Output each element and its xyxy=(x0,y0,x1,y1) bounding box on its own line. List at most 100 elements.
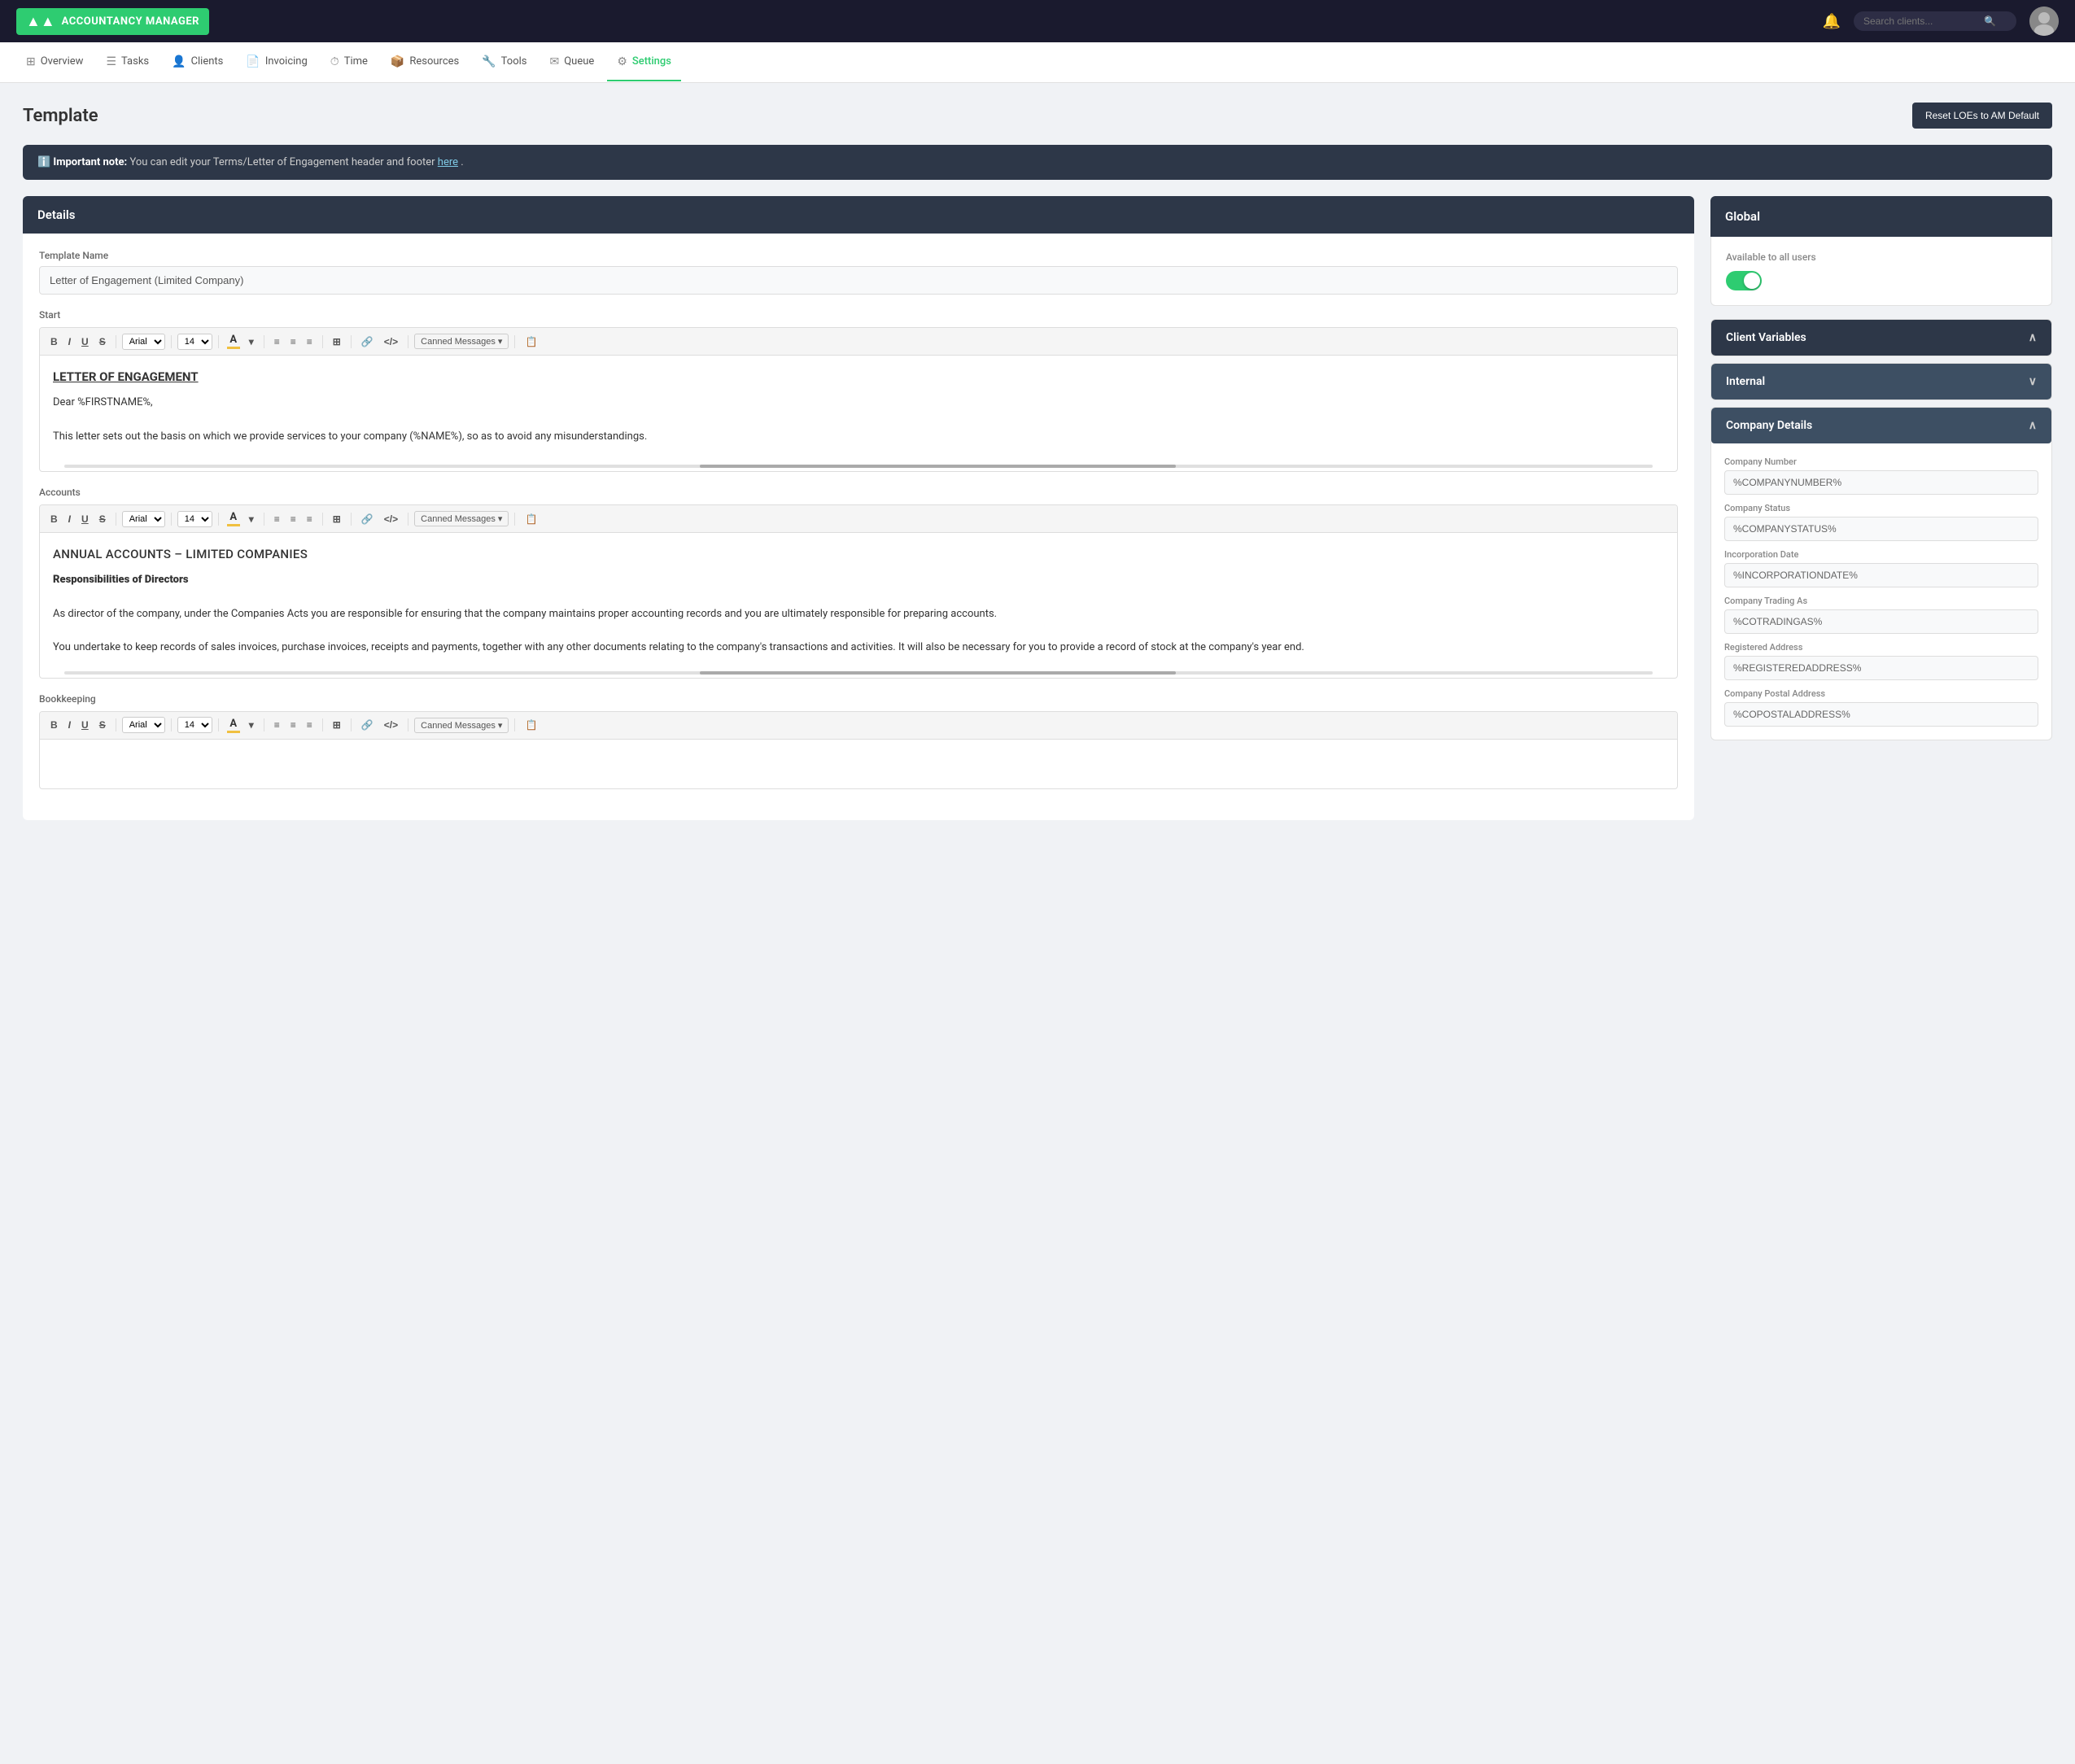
notifications-bell[interactable]: 🔔 xyxy=(1823,13,1841,30)
client-variables-header[interactable]: Client Variables ∧ xyxy=(1711,320,2051,356)
bookkeeping-code-button[interactable]: </> xyxy=(380,717,402,733)
start-align-button[interactable]: ≡ xyxy=(303,334,317,350)
notice-link[interactable]: here xyxy=(438,156,458,168)
accounts-italic-button[interactable]: I xyxy=(64,511,75,527)
nav-tools-label: Tools xyxy=(501,55,527,68)
accounts-canned-button[interactable]: Canned Messages ▾ xyxy=(414,511,509,526)
accounts-bullet-button[interactable]: ≡ xyxy=(270,511,284,527)
accounts-code-button[interactable]: </> xyxy=(380,511,402,527)
bookkeeping-ordered-button[interactable]: ≡ xyxy=(286,717,300,733)
company-details-header[interactable]: Company Details ∧ xyxy=(1711,408,2051,443)
start-ordered-button[interactable]: ≡ xyxy=(286,334,300,350)
bookkeeping-strike-button[interactable]: S xyxy=(95,717,110,733)
bookkeeping-font-select[interactable]: Arial xyxy=(122,717,165,733)
sep6 xyxy=(351,335,352,348)
bookkeeping-bullet-button[interactable]: ≡ xyxy=(270,717,284,733)
bookkeeping-underline-button[interactable]: U xyxy=(77,717,93,733)
company-postal-address-input[interactable] xyxy=(1724,702,2038,727)
main-nav: ⊞ Overview ☰ Tasks 👤 Clients 📄 Invoicing… xyxy=(0,42,2075,83)
company-status-input[interactable] xyxy=(1724,517,2038,541)
accounts-color-button[interactable]: A xyxy=(225,509,242,528)
accounts-underline-button[interactable]: U xyxy=(77,511,93,527)
bookkeeping-link-button[interactable]: 🔗 xyxy=(357,717,378,733)
accounts-file-button[interactable]: 📋 xyxy=(521,511,541,527)
search-bar: 🔍 xyxy=(1854,11,2016,31)
accounts-editor-content[interactable]: ANNUAL ACCOUNTS – LIMITED COMPANIES Resp… xyxy=(40,533,1677,668)
accounts-color-dropdown[interactable]: ▾ xyxy=(245,511,258,527)
available-toggle[interactable] xyxy=(1726,271,1762,290)
company-number-input[interactable] xyxy=(1724,470,2038,495)
start-underline-button[interactable]: U xyxy=(77,334,93,350)
incorporation-date-input[interactable] xyxy=(1724,563,2038,587)
start-bold-button[interactable]: B xyxy=(46,334,62,350)
accounts-editor-toolbar: B I U S Arial 14 xyxy=(40,505,1677,533)
settings-icon: ⚙ xyxy=(617,55,627,68)
accounts-size-select[interactable]: 14 xyxy=(177,511,212,527)
start-strike-button[interactable]: S xyxy=(95,334,110,350)
bookkeeping-table-button[interactable]: ⊞ xyxy=(329,717,345,733)
bookkeeping-italic-button[interactable]: I xyxy=(64,717,75,733)
bookkeeping-align-button[interactable]: ≡ xyxy=(303,717,317,733)
global-panel-body: Available to all users xyxy=(1710,237,2052,306)
nav-settings[interactable]: ⚙ Settings xyxy=(607,44,681,81)
bookkeeping-canned-button[interactable]: Canned Messages ▾ xyxy=(414,718,509,733)
accounts-para1: As director of the company, under the Co… xyxy=(53,606,1664,623)
accounts-bold-button[interactable]: B xyxy=(46,511,62,527)
bookkeeping-bold-button[interactable]: B xyxy=(46,717,62,733)
start-bullet-button[interactable]: ≡ xyxy=(270,334,284,350)
bookkeeping-size-select[interactable]: 14 xyxy=(177,717,212,733)
sep3 xyxy=(218,335,219,348)
bookkeeping-color-button[interactable]: A xyxy=(225,716,242,735)
nav-resources[interactable]: 📦 Resources xyxy=(381,44,469,81)
reset-button[interactable]: Reset LOEs to AM Default xyxy=(1912,103,2052,129)
bookkeeping-editor-content[interactable] xyxy=(40,740,1677,788)
start-file-button[interactable]: 📋 xyxy=(521,334,541,350)
accounts-link-button[interactable]: 🔗 xyxy=(357,511,378,527)
right-panel: Global Available to all users Client Var… xyxy=(1710,196,2052,747)
accounts-editor-section: Accounts B I U S Arial xyxy=(39,487,1678,679)
start-color-dropdown[interactable]: ▾ xyxy=(245,334,258,350)
search-input[interactable] xyxy=(1863,15,1977,27)
nav-clients[interactable]: 👤 Clients xyxy=(162,44,233,81)
bookkeeping-file-button[interactable]: 📋 xyxy=(521,717,541,733)
bookkeeping-editor-box: B I U S Arial 14 xyxy=(39,711,1678,789)
template-name-input[interactable] xyxy=(39,266,1678,295)
logo[interactable]: ▲▲ ACCOUNTANCY MANAGER xyxy=(16,8,209,35)
company-number-label: Company Number xyxy=(1724,456,2038,467)
internal-header[interactable]: Internal ∨ xyxy=(1711,364,2051,400)
nav-invoicing[interactable]: 📄 Invoicing xyxy=(236,44,317,81)
accounts-align-button[interactable]: ≡ xyxy=(303,511,317,527)
company-details-title: Company Details xyxy=(1726,419,1812,432)
start-editor-box: B I U S Arial 14 xyxy=(39,327,1678,472)
accounts-font-select[interactable]: Arial xyxy=(122,511,165,527)
client-variables-panel: Client Variables ∧ xyxy=(1710,319,2052,356)
details-panel-body: Template Name Start B I U S xyxy=(23,234,1694,820)
start-color-button[interactable]: A xyxy=(225,332,242,351)
accounts-ordered-button[interactable]: ≡ xyxy=(286,511,300,527)
user-avatar[interactable] xyxy=(2029,7,2059,36)
bk-sep8 xyxy=(514,718,515,731)
acc-sep3 xyxy=(218,513,219,526)
start-canned-button[interactable]: Canned Messages ▾ xyxy=(414,334,509,349)
nav-overview[interactable]: ⊞ Overview xyxy=(16,44,93,81)
bookkeeping-color-dropdown[interactable]: ▾ xyxy=(245,717,258,733)
start-font-select[interactable]: Arial xyxy=(122,334,165,350)
start-editor-content[interactable]: LETTER OF ENGAGEMENT Dear %FIRSTNAME%, T… xyxy=(40,356,1677,461)
acc-sep2 xyxy=(171,513,172,526)
start-link-button[interactable]: 🔗 xyxy=(357,334,378,350)
nav-tasks[interactable]: ☰ Tasks xyxy=(96,44,159,81)
queue-icon: ✉ xyxy=(550,55,560,68)
nav-invoicing-label: Invoicing xyxy=(265,55,308,68)
accounts-strike-button[interactable]: S xyxy=(95,511,110,527)
start-size-select[interactable]: 14 xyxy=(177,334,212,350)
registered-address-input[interactable] xyxy=(1724,656,2038,680)
global-panel-header: Global xyxy=(1710,196,2052,237)
nav-time[interactable]: ⏱ Time xyxy=(321,44,378,81)
accounts-table-button[interactable]: ⊞ xyxy=(329,511,345,527)
start-code-button[interactable]: </> xyxy=(380,334,402,350)
start-table-button[interactable]: ⊞ xyxy=(329,334,345,350)
nav-tools[interactable]: 🔧 Tools xyxy=(472,44,536,81)
start-italic-button[interactable]: I xyxy=(64,334,75,350)
nav-queue[interactable]: ✉ Queue xyxy=(540,44,605,81)
company-trading-as-input[interactable] xyxy=(1724,609,2038,634)
